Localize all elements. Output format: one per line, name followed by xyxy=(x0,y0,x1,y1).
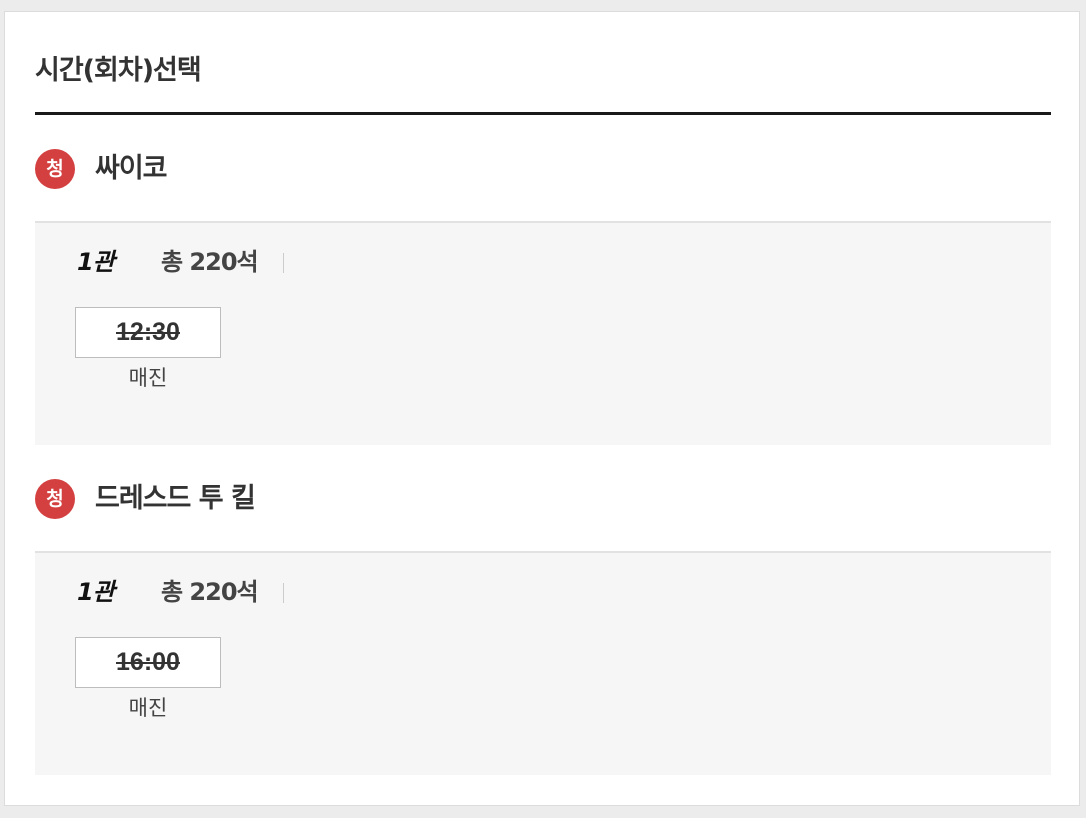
movie-block: 청 드레스드 투 킬 1관 총 220석 16:00 매진 xyxy=(35,445,1051,775)
seat-total: 총 220석 xyxy=(161,578,259,606)
section-title: 시간(회차)선택 xyxy=(35,55,202,86)
movie-title: 드레스드 투 킬 xyxy=(95,483,256,514)
showtime-button[interactable]: 16:00 xyxy=(75,637,221,688)
screen-schedule: 1관 총 220석 16:00 매진 xyxy=(35,551,1051,775)
seat-divider xyxy=(283,583,284,603)
seat-divider xyxy=(283,253,284,273)
hall-name: 1관 xyxy=(77,248,115,276)
seat-total: 총 220석 xyxy=(161,248,259,276)
movie-header: 청 싸이코 xyxy=(35,115,1051,221)
showtime-button[interactable]: 12:30 xyxy=(75,307,221,358)
showtime-status: 매진 xyxy=(128,366,168,390)
movie-title: 싸이코 xyxy=(95,153,168,184)
rating-badge: 청 xyxy=(35,149,75,189)
movie-block: 청 싸이코 1관 총 220석 12:30 매진 xyxy=(35,115,1051,445)
showtime-panel: 시간(회차)선택 청 싸이코 1관 총 220석 12:30 매진 청 드레스드… xyxy=(4,11,1080,806)
rating-badge: 청 xyxy=(35,479,75,519)
movie-header: 청 드레스드 투 킬 xyxy=(35,445,1051,551)
hall-name: 1관 xyxy=(77,578,115,606)
showtime-status: 매진 xyxy=(128,696,168,720)
screen-schedule: 1관 총 220석 12:30 매진 xyxy=(35,221,1051,445)
